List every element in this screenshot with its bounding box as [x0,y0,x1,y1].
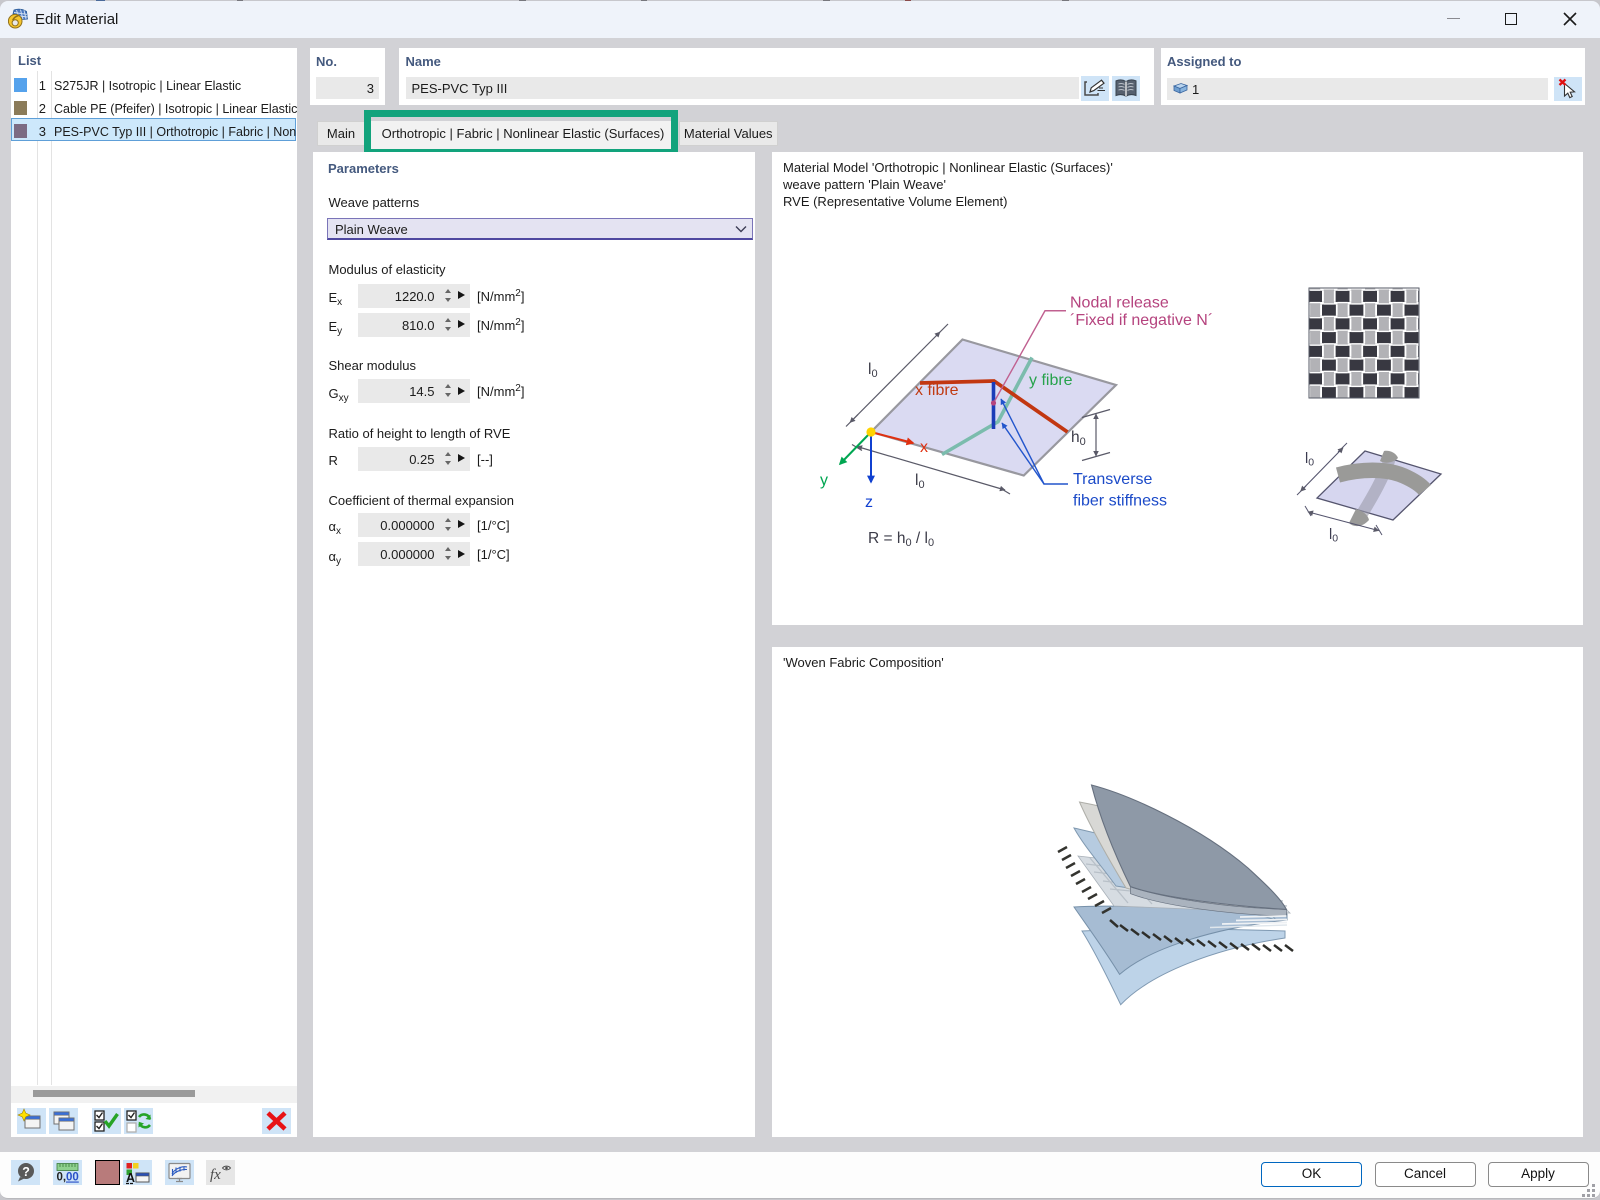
svg-text:Material Model 'Orthotropic |: Material Model 'Orthotropic | Nonlinear … [783,160,1113,175]
svg-text:0,: 0, [56,1172,66,1184]
svg-text:´Fixed if negative N´: ´Fixed if negative N´ [1070,312,1213,329]
svg-text:fiber stiffness: fiber stiffness [1073,493,1167,510]
svg-text:Transverse: Transverse [1073,471,1153,488]
svg-text:l0: l0 [1329,527,1338,545]
svg-text:z: z [865,494,873,511]
svg-text:RVE (Representative Volume Ele: RVE (Representative Volume Element) [783,194,1007,209]
svg-text:00: 00 [66,1172,79,1184]
svg-text:l0: l0 [915,472,925,491]
svg-text:Nodal release: Nodal release [1070,295,1169,312]
svg-text:weave pattern 'Plain Weave': weave pattern 'Plain Weave' [782,177,946,192]
svg-text:x: x [920,439,928,456]
svg-text:?: ? [22,1165,30,1179]
svg-text:l0: l0 [1305,451,1314,469]
svg-text:l0: l0 [868,361,878,380]
svg-text:y fibre: y fibre [1029,372,1073,389]
svg-text:h0: h0 [1071,429,1086,448]
svg-text:fx: fx [210,1167,221,1183]
svg-text:y: y [820,472,828,489]
svg-text:x fibre: x fibre [915,382,959,399]
svg-text:R = h0 / l0: R = h0 / l0 [868,530,934,549]
